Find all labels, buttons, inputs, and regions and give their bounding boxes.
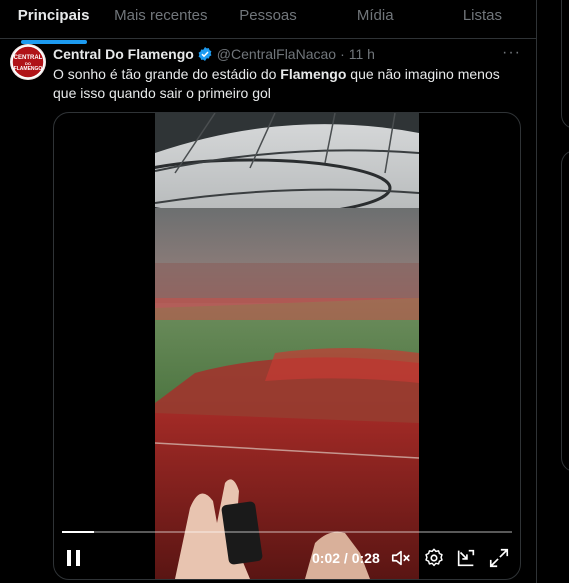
settings-gear-icon[interactable]: [423, 547, 445, 569]
current-time: 0:02: [312, 550, 341, 566]
avatar[interactable]: CENTRAL DO FLAMENGO: [10, 44, 46, 80]
more-options-icon[interactable]: ···: [502, 44, 521, 62]
sidebar-card-edge: [561, 150, 569, 472]
tweet-header: Central Do Flamengo @CentralFlaNacao · 1…: [53, 46, 375, 62]
video-player[interactable]: 0:02 / 0:28: [53, 112, 521, 580]
tweet-time[interactable]: 11 h: [349, 46, 375, 62]
column-divider: [536, 0, 537, 583]
svg-text:FLAMENGO: FLAMENGO: [14, 66, 43, 72]
volume-muted-icon[interactable]: [390, 547, 412, 569]
verified-badge-icon: [198, 47, 212, 61]
video-frame[interactable]: [155, 113, 419, 579]
tab-midia[interactable]: Mídia: [322, 0, 429, 38]
tab-pessoas[interactable]: Pessoas: [214, 0, 321, 38]
hashtag-highlight: Flamengo: [280, 66, 347, 82]
tab-principais[interactable]: Principais: [0, 0, 107, 44]
picture-in-picture-icon[interactable]: [455, 547, 477, 569]
fullscreen-icon[interactable]: [488, 547, 510, 569]
video-timecode: 0:02 / 0:28: [312, 550, 380, 566]
video-progress-bar[interactable]: [62, 531, 512, 533]
timecode-separator: /: [340, 550, 352, 566]
pause-icon[interactable]: [66, 549, 82, 567]
sidebar-card-edge: [561, 0, 569, 129]
tab-mais-recentes[interactable]: Mais recentes: [107, 0, 214, 38]
search-tabs: Principais Mais recentes Pessoas Mídia L…: [0, 0, 536, 44]
author-name[interactable]: Central Do Flamengo: [53, 46, 194, 62]
tweet-text: O sonho é tão grande do estádio do Flame…: [53, 66, 500, 101]
tab-listas[interactable]: Listas: [429, 0, 536, 38]
author-handle[interactable]: @CentralFlaNacao: [217, 46, 336, 62]
duration: 0:28: [351, 550, 380, 566]
video-progress-fill: [62, 531, 94, 533]
separator-dot: ·: [340, 46, 345, 62]
